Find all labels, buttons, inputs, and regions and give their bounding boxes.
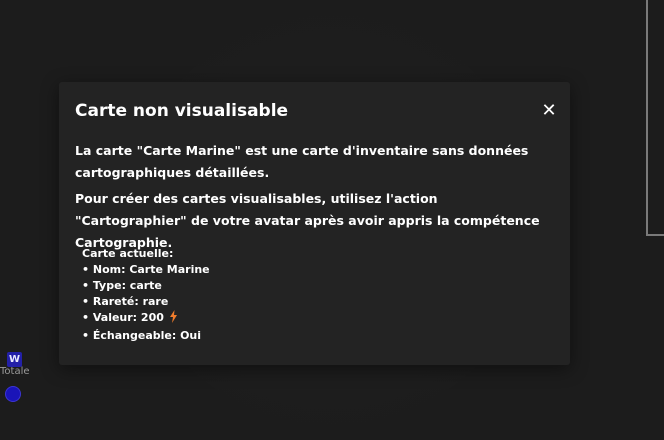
modal-title: Carte non visualisable <box>75 101 289 121</box>
side-badge[interactable]: W <box>7 352 22 367</box>
card-value-row: • Valeur: 200 <box>82 310 210 328</box>
lightning-bolt-icon <box>169 310 178 328</box>
instruction-paragraph: Pour créer des cartes visualisables, uti… <box>75 191 540 250</box>
card-rarity-line: • Rareté: rare <box>82 295 169 308</box>
side-panel-edge <box>646 0 664 236</box>
card-tradeable-line: • Échangeable: Oui <box>82 329 202 342</box>
current-card-info: Carte actuelle: • Nom: Carte Marine • Ty… <box>82 246 210 344</box>
side-label: Totale <box>0 366 30 377</box>
card-name-line: • Nom: Carte Marine <box>82 263 210 276</box>
player-marker-icon[interactable] <box>5 386 21 402</box>
card-value-line: • Valeur: 200 <box>82 311 164 324</box>
info-modal: Carte non visualisable ✕ La carte "Carte… <box>59 82 570 365</box>
description-paragraph: La carte "Carte Marine" est une carte d'… <box>75 143 529 180</box>
card-type-line: • Type: carte <box>82 279 162 292</box>
close-button[interactable]: ✕ <box>540 101 558 121</box>
current-card-heading: Carte actuelle: <box>82 247 174 260</box>
close-icon[interactable]: ✕ <box>541 100 556 121</box>
